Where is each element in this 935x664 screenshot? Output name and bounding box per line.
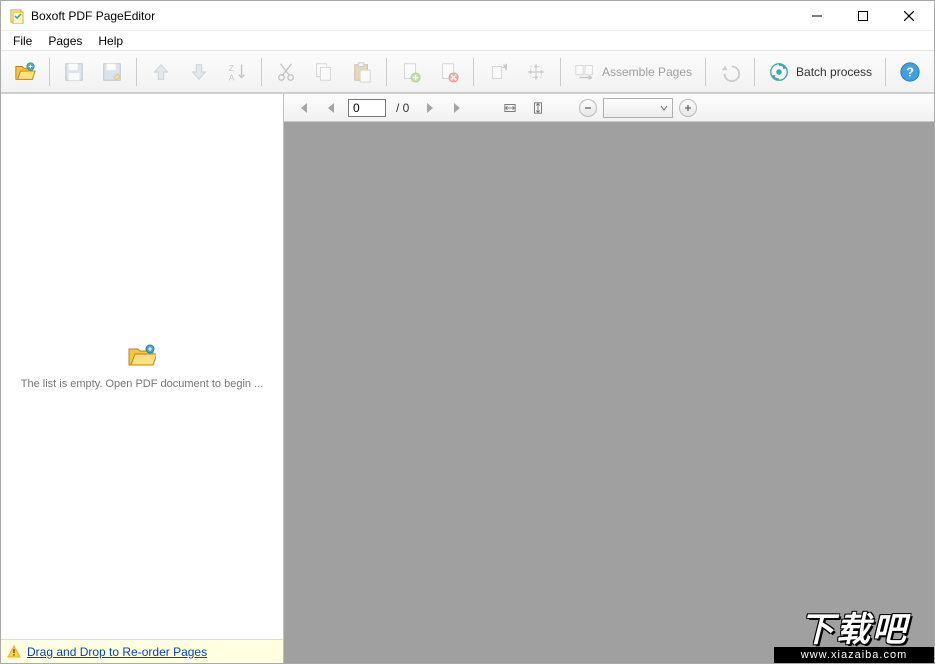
empty-list-text: The list is empty. Open PDF document to … — [21, 378, 264, 390]
crop-button[interactable] — [518, 55, 554, 89]
fit-height-button[interactable] — [527, 98, 549, 118]
reorder-hint-link[interactable]: Drag and Drop to Re-order Pages — [27, 645, 207, 659]
next-page-button[interactable] — [419, 98, 441, 118]
close-button[interactable] — [886, 1, 932, 31]
open-folder-icon — [128, 344, 156, 368]
window-title: Boxoft PDF PageEditor — [31, 9, 794, 23]
watermark: 下载吧 www.xiazaiba.com — [774, 613, 934, 663]
menu-pages[interactable]: Pages — [40, 32, 90, 50]
move-down-button[interactable] — [181, 55, 217, 89]
maximize-button[interactable] — [840, 1, 886, 31]
zoom-out-button[interactable] — [579, 99, 597, 117]
undo-button[interactable] — [712, 55, 748, 89]
batch-process-button[interactable]: Batch process — [761, 55, 879, 89]
main-area: The list is empty. Open PDF document to … — [1, 93, 934, 663]
page-total-label: / 0 — [392, 101, 413, 115]
watermark-text: 下载吧 — [774, 613, 934, 647]
pager-toolbar: / 0 — [284, 94, 934, 122]
menu-bar: File Pages Help — [1, 31, 934, 51]
svg-text:Z: Z — [229, 64, 234, 73]
separator — [754, 58, 755, 86]
watermark-url: www.xiazaiba.com — [774, 647, 934, 663]
save-button[interactable] — [56, 55, 92, 89]
app-icon — [9, 8, 25, 24]
insert-page-button[interactable] — [393, 55, 429, 89]
prev-page-button[interactable] — [320, 98, 342, 118]
move-up-button[interactable] — [143, 55, 179, 89]
save-as-button[interactable] — [94, 55, 130, 89]
toolbar: ZA Assemble Pages Batch process ? — [1, 51, 934, 93]
page-number-input[interactable] — [348, 99, 386, 117]
separator — [136, 58, 137, 86]
document-canvas: 下载吧 www.xiazaiba.com — [284, 122, 934, 663]
viewer-pane: / 0 — [284, 94, 934, 663]
menu-file[interactable]: File — [5, 32, 40, 50]
page-list-body[interactable]: The list is empty. Open PDF document to … — [1, 94, 283, 639]
menu-help[interactable]: Help — [90, 32, 131, 50]
minimize-button[interactable] — [794, 1, 840, 31]
chevron-down-icon — [660, 104, 668, 112]
last-page-button[interactable] — [447, 98, 469, 118]
zoom-in-button[interactable] — [679, 99, 697, 117]
separator — [473, 58, 474, 86]
warning-icon — [7, 645, 21, 659]
separator — [705, 58, 706, 86]
rotate-button[interactable] — [480, 55, 516, 89]
sidebar-footer: Drag and Drop to Re-order Pages — [1, 639, 283, 663]
separator — [386, 58, 387, 86]
zoom-combo[interactable] — [603, 98, 673, 118]
fit-width-button[interactable] — [499, 98, 521, 118]
open-button[interactable] — [7, 55, 43, 89]
first-page-button[interactable] — [292, 98, 314, 118]
cut-button[interactable] — [268, 55, 304, 89]
delete-page-button[interactable] — [431, 55, 467, 89]
svg-text:?: ? — [906, 64, 914, 79]
copy-button[interactable] — [306, 55, 342, 89]
separator — [560, 58, 561, 86]
svg-text:A: A — [229, 73, 235, 82]
separator — [885, 58, 886, 86]
help-button[interactable]: ? — [892, 55, 928, 89]
separator — [49, 58, 50, 86]
assemble-pages-button[interactable]: Assemble Pages — [567, 55, 699, 89]
assemble-label: Assemble Pages — [602, 65, 692, 79]
paste-button[interactable] — [344, 55, 380, 89]
batch-label: Batch process — [796, 65, 872, 79]
page-list-sidebar: The list is empty. Open PDF document to … — [1, 94, 284, 663]
separator — [261, 58, 262, 86]
title-bar: Boxoft PDF PageEditor — [1, 1, 934, 31]
sort-button[interactable]: ZA — [219, 55, 255, 89]
